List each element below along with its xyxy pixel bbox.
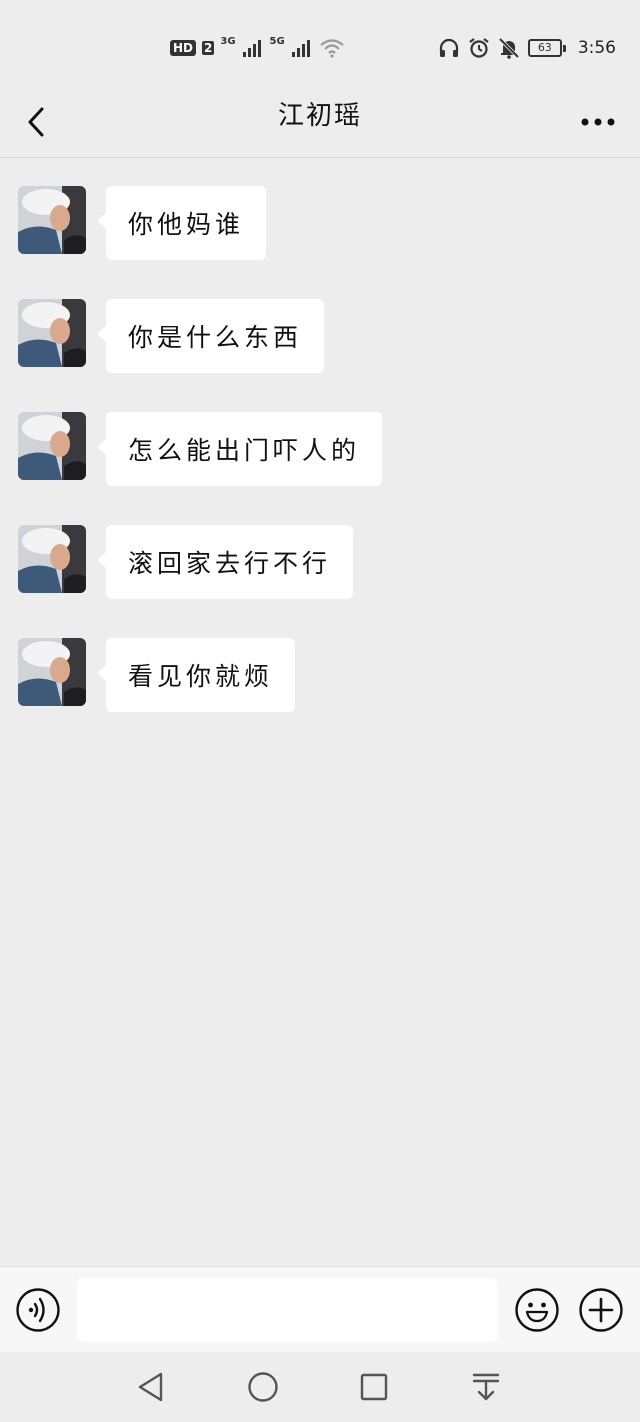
message-bubble[interactable]: 滚回家去行不行 <box>96 525 354 599</box>
plus-icon <box>579 1288 623 1332</box>
message-row: 怎么能出门吓人的 <box>18 412 383 486</box>
avatar-photo <box>18 186 86 254</box>
avatar-photo <box>18 638 86 706</box>
avatar[interactable] <box>18 412 86 480</box>
voice-icon <box>16 1288 60 1332</box>
message-bubble[interactable]: 怎么能出门吓人的 <box>96 412 383 486</box>
avatar[interactable] <box>18 525 86 593</box>
nav-back-button[interactable] <box>130 1366 172 1408</box>
input-bar <box>0 1266 640 1352</box>
chat-screen: HD 2 3G 5G 63 3:56 江初瑶 你他妈谁 你是什么东西 怎么能出门… <box>0 0 640 1422</box>
avatar[interactable] <box>18 299 86 367</box>
nav-home-button[interactable] <box>242 1366 284 1408</box>
emoji-button[interactable] <box>514 1287 560 1333</box>
chat-title: 江初瑶 <box>277 101 362 131</box>
voice-button[interactable] <box>15 1287 61 1333</box>
status-bar: HD 2 3G 5G 63 3:56 <box>0 0 640 88</box>
status-network-group: HD 2 3G 5G <box>170 34 345 62</box>
emoji-icon <box>515 1288 559 1332</box>
more-functions-button[interactable] <box>578 1287 624 1333</box>
sim-badge: 2 <box>202 41 215 55</box>
headphones-icon <box>439 38 458 57</box>
chat-header: 江初瑶 <box>0 88 640 158</box>
chevron-left-icon <box>28 107 44 137</box>
back-button[interactable] <box>14 100 58 144</box>
recents-square-icon <box>360 1373 388 1401</box>
wifi-icon <box>320 39 344 58</box>
nav-notification-button[interactable] <box>465 1366 507 1408</box>
clock: 3:56 <box>577 38 616 58</box>
hd-badge: HD <box>170 40 197 56</box>
message-row: 你他妈谁 <box>18 186 267 260</box>
mute-bell-icon <box>498 37 520 59</box>
message-bubble[interactable]: 看见你就烦 <box>96 638 296 712</box>
home-circle-icon <box>248 1372 278 1402</box>
message-row: 滚回家去行不行 <box>18 525 354 599</box>
message-row: 看见你就烦 <box>18 638 296 712</box>
nav-recents-button[interactable] <box>353 1366 395 1408</box>
message-input[interactable] <box>77 1278 498 1342</box>
alarm-icon <box>469 38 489 58</box>
avatar-photo <box>18 412 86 480</box>
avatar-photo <box>18 299 86 367</box>
signal-icon <box>291 40 310 57</box>
status-right-group: 63 3:56 <box>438 34 616 62</box>
avatar[interactable] <box>18 638 86 706</box>
notification-pulldown-icon <box>472 1373 500 1401</box>
signal-icon <box>242 40 261 57</box>
network-type-1: 3G <box>220 36 236 47</box>
message-bubble[interactable]: 你是什么东西 <box>96 299 325 373</box>
back-triangle-icon <box>138 1372 163 1402</box>
battery-icon: 63 <box>527 39 566 57</box>
system-nav-bar <box>0 1352 640 1422</box>
avatar-photo <box>18 525 86 593</box>
message-bubble[interactable]: 你他妈谁 <box>96 186 267 260</box>
avatar[interactable] <box>18 186 86 254</box>
message-row: 你是什么东西 <box>18 299 325 373</box>
more-button[interactable] <box>574 100 622 144</box>
more-horizontal-icon <box>581 118 615 126</box>
network-type-2: 5G <box>269 36 285 47</box>
